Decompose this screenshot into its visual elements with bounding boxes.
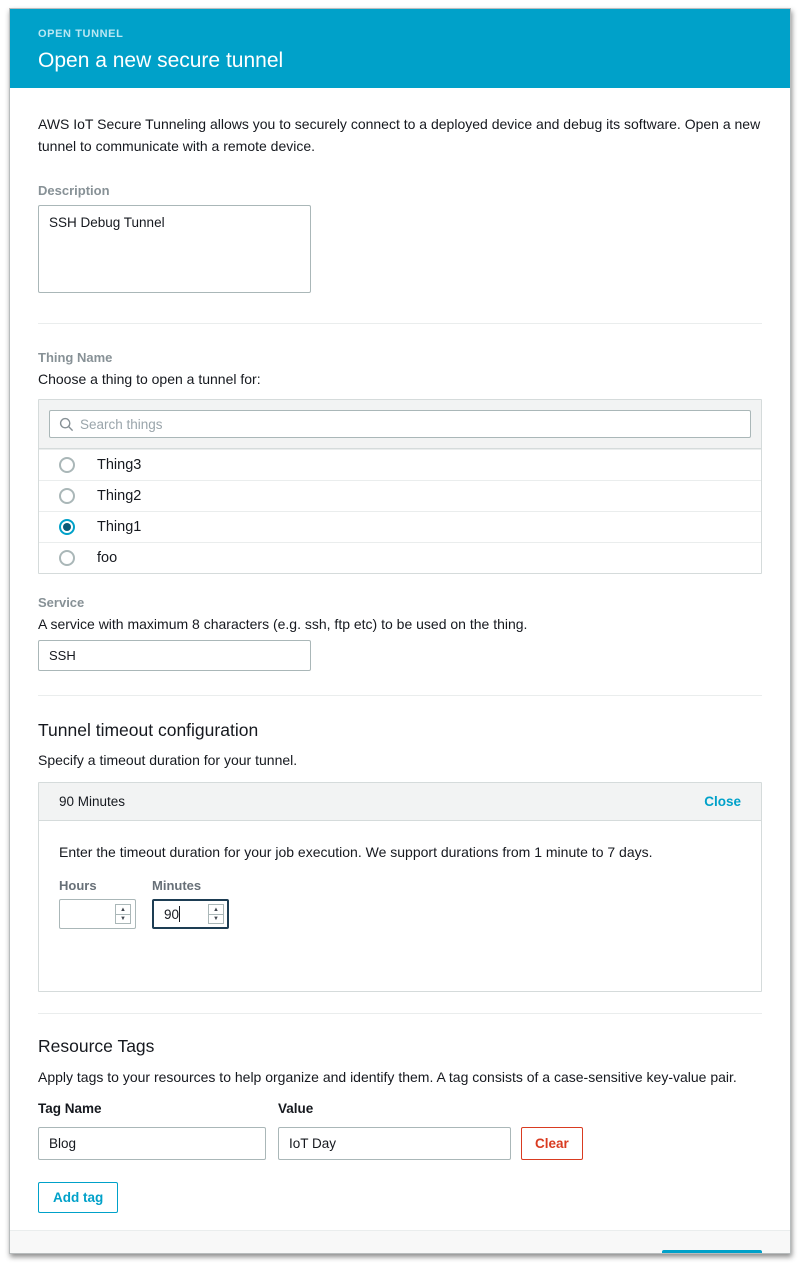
hours-field: Hours ▲ ▼	[59, 878, 136, 930]
description-textarea[interactable]: SSH Debug Tunnel	[38, 205, 311, 294]
timeout-title: Tunnel timeout configuration	[38, 720, 259, 741]
timeout-helper-text: Specify a timeout duration for your tunn…	[38, 752, 298, 769]
thing-option-thing1[interactable]: Thing1	[39, 511, 761, 543]
tags-title: Resource Tags	[38, 1036, 155, 1057]
minutes-stepper: ▲ ▼	[152, 899, 229, 930]
minutes-label: Minutes	[152, 878, 202, 894]
minutes-field: Minutes ▲ ▼	[152, 878, 229, 930]
thing-option-label: Thing3	[97, 457, 142, 474]
thing-name-label: Thing Name	[38, 350, 113, 366]
clear-tag-button[interactable]: Clear	[521, 1127, 583, 1161]
timeout-panel-body: Enter the timeout duration for your job …	[39, 821, 761, 991]
hours-label: Hours	[59, 878, 97, 894]
thing-helper-text: Choose a thing to open a tunnel for:	[38, 371, 261, 388]
radio-button[interactable]	[59, 457, 75, 474]
thing-option-label: Thing1	[97, 519, 142, 536]
tag-header-row: Tag Name Value	[38, 1101, 762, 1116]
tag-value-input[interactable]	[278, 1127, 511, 1161]
search-icon	[59, 418, 74, 432]
spinner-down-icon[interactable]: ▼	[209, 915, 223, 924]
open-new-button[interactable]: Open New	[661, 1249, 762, 1253]
spinner-control: ▲ ▼	[115, 904, 131, 925]
search-field[interactable]	[49, 410, 751, 439]
timeout-summary: 90 Minutes	[59, 794, 126, 810]
page-title: Open a new secure tunnel	[38, 49, 284, 72]
tag-name-column-label: Tag Name	[38, 1101, 102, 1117]
thing-option-label: foo	[97, 550, 118, 567]
thing-picker: Thing3 Thing2 Thing1 foo	[38, 399, 762, 575]
section-tags: Resource Tags Apply tags to your resourc…	[10, 1014, 790, 1230]
thing-option-foo[interactable]: foo	[39, 542, 761, 574]
spinner-up-icon[interactable]: ▲	[209, 905, 223, 915]
section-description: AWS IoT Secure Tunneling allows you to s…	[10, 114, 790, 325]
radio-button-selected[interactable]	[59, 519, 75, 536]
service-input[interactable]	[38, 640, 311, 672]
spinner-up-icon[interactable]: ▲	[116, 905, 130, 915]
dialog-header: OPEN TUNNEL Open a new secure tunnel	[10, 9, 790, 88]
thing-option-thing2[interactable]: Thing2	[39, 480, 761, 512]
spinner-down-icon[interactable]: ▼	[116, 915, 130, 924]
tag-name-input[interactable]	[38, 1127, 266, 1161]
spinner-control: ▲ ▼	[208, 904, 224, 925]
duration-fields: Hours ▲ ▼ Minutes 90 ▲ ▼	[59, 878, 741, 930]
open-tunnel-dialog: OPEN TUNNEL Open a new secure tunnel AWS…	[9, 8, 791, 1254]
thing-option-thing3[interactable]: Thing3	[39, 449, 761, 481]
tag-row: Clear	[38, 1127, 762, 1161]
description-label: Description	[38, 183, 110, 199]
search-area	[39, 400, 761, 450]
section-thing: Thing Name Choose a thing to open a tunn…	[10, 324, 790, 697]
service-helper-text: A service with maximum 8 characters (e.g…	[38, 616, 528, 633]
timeout-body-text: Enter the timeout duration for your job …	[59, 844, 653, 861]
add-tag-button[interactable]: Add tag	[38, 1182, 119, 1214]
text-cursor	[179, 906, 180, 923]
tag-value-column-label: Value	[278, 1101, 314, 1117]
thing-option-label: Thing2	[97, 488, 142, 505]
section-timeout: Tunnel timeout configuration Specify a t…	[10, 696, 790, 1015]
service-label: Service	[38, 595, 85, 611]
hours-stepper: ▲ ▼	[59, 899, 136, 930]
intro-text: AWS IoT Secure Tunneling allows you to s…	[38, 116, 761, 154]
timeout-panel: 90 Minutes Close Enter the timeout durat…	[38, 782, 762, 993]
close-link[interactable]: Close	[704, 794, 741, 809]
search-input[interactable]	[80, 411, 750, 438]
dialog-footer: Cancel Open New	[10, 1230, 790, 1253]
timeout-panel-header: 90 Minutes Close	[39, 783, 761, 822]
radio-button[interactable]	[59, 488, 75, 505]
tags-helper-text: Apply tags to your resources to help org…	[38, 1069, 737, 1086]
radio-button[interactable]	[59, 550, 75, 567]
header-eyebrow: OPEN TUNNEL	[38, 28, 124, 40]
